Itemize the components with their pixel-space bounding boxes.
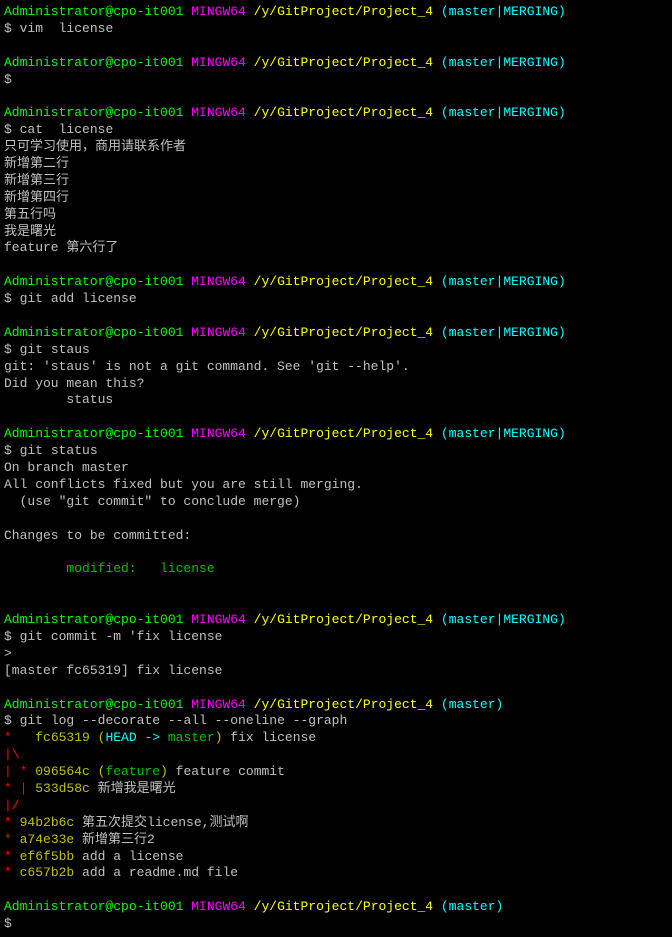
log-entry: * fc65319 (HEAD -> master) fix license (4, 730, 668, 747)
output-line: Changes to be committed: (4, 528, 668, 545)
command-line: $ git staus (4, 342, 668, 359)
log-entry: * 94b2b6c 第五次提交license,测试啊 (4, 815, 668, 832)
output-line: On branch master (4, 460, 668, 477)
output-line: status (4, 392, 668, 409)
prompt-line: Administrator@cpo-it001 MINGW64 /y/GitPr… (4, 325, 668, 342)
prompt-line: Administrator@cpo-it001 MINGW64 /y/GitPr… (4, 105, 668, 122)
terminal[interactable]: Administrator@cpo-it001 MINGW64 /y/GitPr… (4, 4, 668, 933)
command-line: $ (4, 72, 668, 89)
output-line: 新增第四行 (4, 190, 668, 207)
blank (4, 511, 668, 528)
output-line: 只可学习使用，商用请联系作者 (4, 139, 668, 156)
output-line: git: 'staus' is not a git command. See '… (4, 359, 668, 376)
log-entry: * a74e33e 新增第三行2 (4, 832, 668, 849)
output-line: All conflicts fixed but you are still me… (4, 477, 668, 494)
blank (4, 257, 668, 274)
prompt-line: Administrator@cpo-it001 MINGW64 /y/GitPr… (4, 55, 668, 72)
prompt-line: Administrator@cpo-it001 MINGW64 /y/GitPr… (4, 4, 668, 21)
blank (4, 88, 668, 105)
command-line: $ git status (4, 443, 668, 460)
output-line: 第五行吗 (4, 207, 668, 224)
prompt-line: Administrator@cpo-it001 MINGW64 /y/GitPr… (4, 426, 668, 443)
output-line: (use "git commit" to conclude merge) (4, 494, 668, 511)
blank (4, 409, 668, 426)
log-graph: |/ (4, 798, 668, 815)
command-line: $ vim license (4, 21, 668, 38)
output-line: feature 第六行了 (4, 240, 668, 257)
log-graph: |\ (4, 747, 668, 764)
output-line: Did you mean this? (4, 376, 668, 393)
modified-file: modified: license (4, 561, 668, 578)
log-entry: * | 533d58c 新增我是曙光 (4, 781, 668, 798)
blank (4, 308, 668, 325)
output-line: 我是曙光 (4, 224, 668, 241)
prompt-line: Administrator@cpo-it001 MINGW64 /y/GitPr… (4, 899, 668, 916)
blank (4, 680, 668, 697)
continuation: > (4, 646, 668, 663)
command-line: $ git add license (4, 291, 668, 308)
output-line: 新增第三行 (4, 173, 668, 190)
blank (4, 882, 668, 899)
log-entry: * ef6f5bb add a license (4, 849, 668, 866)
output-line: [master fc65319] fix license (4, 663, 668, 680)
command-line: $ git log --decorate --all --oneline --g… (4, 713, 668, 730)
output-line: 新增第二行 (4, 156, 668, 173)
blank (4, 545, 668, 562)
prompt-line: Administrator@cpo-it001 MINGW64 /y/GitPr… (4, 697, 668, 714)
blank (4, 38, 668, 55)
log-entry: | * 096564c (feature) feature commit (4, 764, 668, 781)
prompt-line: Administrator@cpo-it001 MINGW64 /y/GitPr… (4, 612, 668, 629)
prompt-line: Administrator@cpo-it001 MINGW64 /y/GitPr… (4, 274, 668, 291)
log-entry: * c657b2b add a readme.md file (4, 865, 668, 882)
blank (4, 578, 668, 595)
command-line: $ git commit -m 'fix license (4, 629, 668, 646)
blank (4, 595, 668, 612)
command-line[interactable]: $ (4, 916, 668, 933)
command-line: $ cat license (4, 122, 668, 139)
